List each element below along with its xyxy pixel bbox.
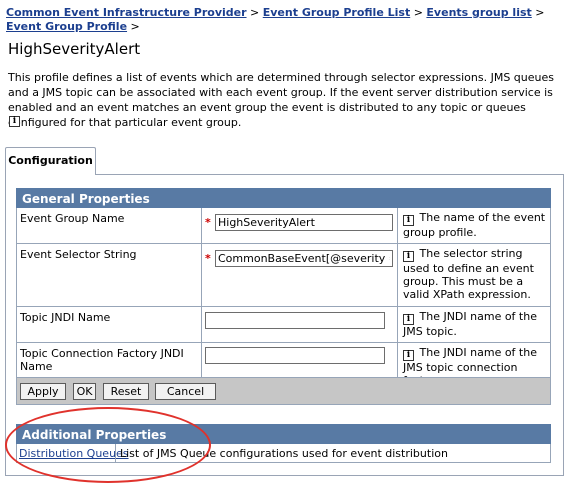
apply-button[interactable]: Apply [20, 383, 66, 400]
breadcrumb-separator: > [130, 20, 140, 33]
breadcrumb-separator: > [413, 6, 423, 19]
additional-properties-header: Additional Properties [16, 424, 551, 444]
property-row-event-selector-string: Event Selector String * i The selector s… [16, 244, 551, 307]
property-help: i The name of the event group profile. [403, 211, 549, 239]
cancel-button[interactable]: Cancel [155, 383, 216, 400]
breadcrumb-separator: > [250, 6, 260, 19]
topic-connection-factory-jndi-name-field[interactable] [205, 347, 385, 364]
info-icon[interactable]: i [9, 116, 20, 127]
breadcrumb-separator: > [535, 6, 545, 19]
button-bar: Apply OK Reset Cancel [16, 377, 551, 405]
info-icon: i [403, 350, 414, 361]
info-icon: i [403, 215, 414, 226]
breadcrumb-link-event-group-profile[interactable]: Event Group Profile [6, 20, 127, 33]
property-help-text: The selector string used to define an ev… [403, 247, 534, 301]
distribution-queues-description: List of JMS Queue configurations used fo… [120, 447, 448, 460]
breadcrumb-link-events-group-list[interactable]: Events group list [426, 6, 531, 19]
required-marker: * [205, 216, 211, 229]
property-label: Topic Connection Factory JNDI Name [20, 347, 184, 373]
property-help: i The selector string used to define an … [403, 247, 549, 301]
page-description: This profile defines a list of events wh… [8, 71, 554, 129]
info-icon: i [403, 251, 414, 262]
property-label: Event Group Name [20, 212, 125, 225]
reset-button[interactable]: Reset [103, 383, 149, 400]
tab-configuration[interactable]: Configuration [5, 147, 96, 175]
distribution-queues-link[interactable]: Distribution Queues [19, 447, 129, 460]
topic-jndi-name-field[interactable] [205, 312, 385, 329]
additional-property-row: Distribution Queues List of JMS Queue co… [16, 444, 551, 463]
page-title: HighSeverityAlert [8, 40, 141, 58]
property-row-topic-jndi-name: Topic JNDI Name i The JNDI name of the J… [16, 307, 551, 343]
property-help-text: The name of the event group profile. [403, 211, 546, 239]
ok-button[interactable]: OK [73, 383, 96, 400]
breadcrumb-link-event-group-profile-list[interactable]: Event Group Profile List [263, 6, 410, 19]
event-selector-string-field[interactable] [215, 250, 393, 267]
property-label: Topic JNDI Name [20, 311, 111, 324]
breadcrumb-link-cei-provider[interactable]: Common Event Infrastructure Provider [6, 6, 247, 19]
property-help: i The JNDI name of the JMS topic. [403, 310, 549, 338]
info-icon: i [403, 314, 414, 325]
general-properties-header: General Properties [16, 188, 551, 208]
breadcrumb: Common Event Infrastructure Provider > E… [6, 6, 566, 34]
property-label: Event Selector String [20, 248, 137, 261]
property-row-topic-connection-factory: Topic Connection Factory JNDI Name i The… [16, 343, 551, 387]
required-marker: * [205, 252, 211, 265]
property-row-event-group-name: Event Group Name * i The name of the eve… [16, 208, 551, 244]
event-group-name-field[interactable] [215, 214, 393, 231]
property-help-text: The JNDI name of the JMS topic. [403, 310, 537, 338]
